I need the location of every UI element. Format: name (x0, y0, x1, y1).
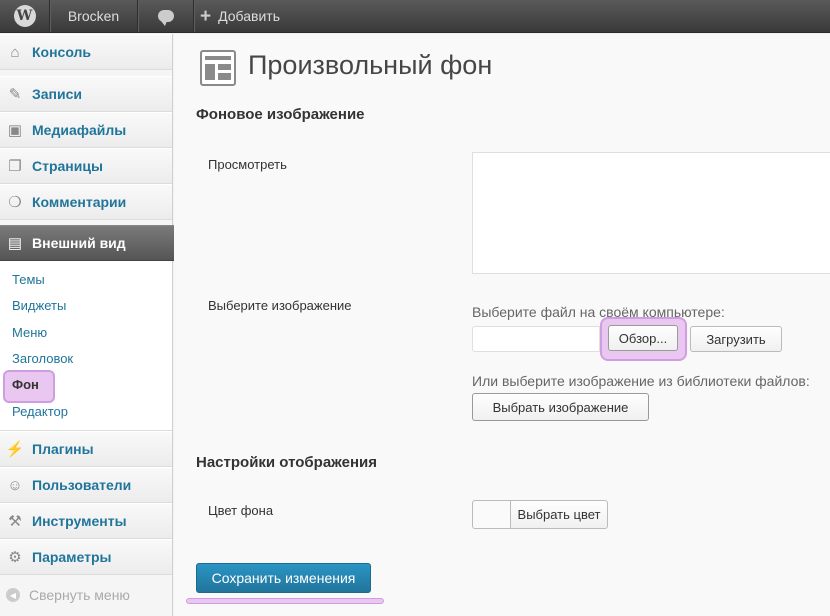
sidebar-item-label: Консоль (32, 44, 92, 60)
collapse-menu-label: Свернуть меню (29, 587, 130, 603)
save-changes-button[interactable]: Сохранить изменения (196, 563, 371, 593)
admin-sidebar: ⌂ Консоль ✎ Записи ▣ Медиафайлы ❐ Страни… (0, 34, 183, 616)
sidebar-item-appearance[interactable]: ▤ Внешний вид (0, 225, 183, 262)
sidebar-item-plugins[interactable]: ⚡ Плагины (0, 431, 172, 467)
pages-icon: ❐ (8, 158, 22, 175)
sidebar-item-label: Записи (32, 86, 83, 102)
sidebar-item-tools[interactable]: ⚒ Инструменты (0, 503, 172, 539)
sidebar-item-users[interactable]: ☺ Пользователи (0, 467, 172, 503)
sidebar-item-label: Параметры (32, 549, 112, 565)
home-icon: ⌂ (10, 43, 20, 61)
plugins-icon: ⚡ (5, 441, 25, 458)
appearance-icon: ▤ (7, 235, 23, 252)
admin-bar: W Brocken + Добавить (0, 0, 830, 33)
submenu-item-widgets[interactable]: Виджеты (12, 298, 66, 313)
file-path-input[interactable] (472, 326, 600, 352)
page-title: Произвольный фон (248, 50, 493, 80)
choose-color-button[interactable]: Выбрать цвет (510, 500, 608, 529)
save-highlight-marker (186, 598, 384, 604)
sidebar-item-dashboard[interactable]: ⌂ Консоль (0, 34, 172, 70)
submenu-item-background[interactable]: Фон (12, 377, 39, 392)
background-preview (472, 152, 830, 274)
sidebar-item-label: Внешний вид (32, 235, 126, 251)
preview-label: Просмотреть (208, 157, 287, 172)
wordpress-logo-icon: W (13, 5, 36, 27)
sidebar-item-media[interactable]: ▣ Медиафайлы (0, 112, 172, 148)
site-name-link[interactable]: Brocken (50, 0, 138, 32)
browse-button[interactable]: Обзор... (608, 325, 678, 351)
choose-file-hint: Выберите файл на своём компьютере: (472, 304, 725, 320)
comments-icon: ❍ (8, 194, 22, 211)
wordpress-menu[interactable]: W (0, 0, 50, 32)
comments-link[interactable] (138, 0, 194, 32)
sidebar-item-label: Комментарии (32, 194, 127, 210)
submenu-item-menus[interactable]: Меню (12, 325, 47, 340)
collapse-menu-button[interactable]: ◀ Свернуть меню (6, 587, 130, 603)
media-icon: ▣ (7, 122, 23, 139)
plus-icon: + (200, 5, 212, 27)
sidebar-item-comments[interactable]: ❍ Комментарии (0, 184, 172, 220)
sidebar-item-settings[interactable]: ⚙ Параметры (0, 539, 172, 575)
pin-icon: ✎ (8, 86, 22, 103)
main-content: Произвольный фон Фоновое изображение Про… (174, 34, 830, 616)
sidebar-item-label: Медиафайлы (32, 122, 127, 138)
display-options-heading: Настройки отображения (196, 454, 377, 471)
submenu-item-editor[interactable]: Редактор (12, 404, 68, 419)
sidebar-item-label: Страницы (32, 158, 103, 174)
background-color-swatch[interactable] (472, 500, 510, 529)
comment-bubble-icon (157, 10, 174, 26)
users-icon: ☺ (7, 476, 23, 494)
sidebar-item-pages[interactable]: ❐ Страницы (0, 148, 172, 184)
collapse-arrow-icon: ◀ (6, 588, 20, 602)
library-hint: Или выберите изображение из библиотеки ф… (472, 373, 810, 389)
background-image-heading: Фоновое изображение (196, 106, 365, 123)
sidebar-item-label: Пользователи (32, 477, 132, 493)
settings-icon: ⚙ (8, 549, 22, 566)
background-color-label: Цвет фона (208, 503, 274, 518)
upload-button[interactable]: Загрузить (690, 326, 782, 352)
choose-image-label: Выберите изображение (208, 298, 352, 313)
tools-icon: ⚒ (8, 513, 22, 530)
sidebar-item-label: Инструменты (32, 513, 127, 529)
appearance-page-icon (200, 50, 236, 86)
sidebar-item-label: Плагины (32, 441, 94, 457)
sidebar-item-posts[interactable]: ✎ Записи (0, 76, 172, 112)
submenu-item-themes[interactable]: Темы (12, 272, 45, 287)
add-new-menu[interactable]: + Добавить (194, 0, 293, 32)
add-new-label: Добавить (218, 8, 280, 24)
submenu-item-header[interactable]: Заголовок (12, 351, 73, 366)
choose-image-button[interactable]: Выбрать изображение (472, 393, 649, 421)
appearance-submenu: Темы Виджеты Меню Заголовок Редактор (0, 261, 172, 431)
